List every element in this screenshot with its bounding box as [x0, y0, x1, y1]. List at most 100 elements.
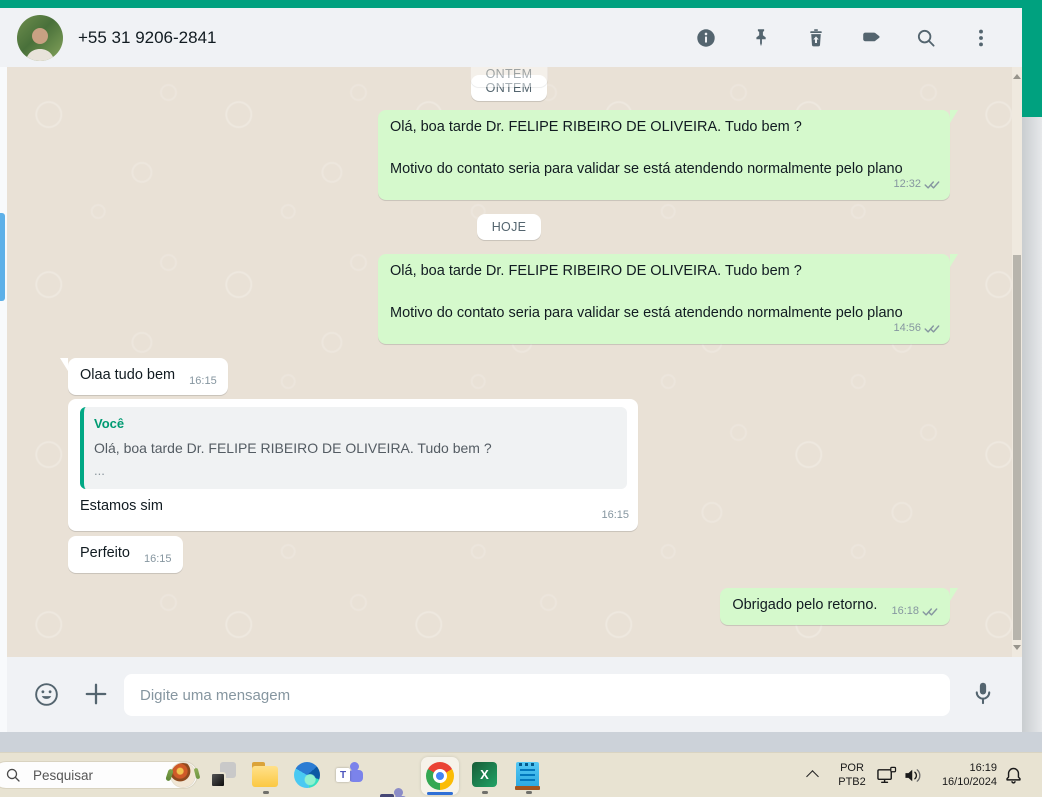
- teams-classic-button[interactable]: T: [380, 788, 408, 797]
- double-check-icon: [924, 181, 940, 189]
- notifications-bell-icon[interactable]: [1004, 766, 1023, 791]
- bubble-tail: [950, 254, 958, 267]
- microphone-icon[interactable]: [970, 680, 996, 713]
- teams-icon-letter: T: [336, 768, 350, 782]
- left-scroll-indicator[interactable]: [0, 213, 5, 301]
- scroll-down-arrow-icon[interactable]: [1013, 645, 1021, 650]
- message-text: Obrigado pelo retorno.: [732, 597, 878, 613]
- message-text: Motivo do contato seria para validar se …: [390, 305, 903, 321]
- excel-button[interactable]: X: [472, 762, 499, 789]
- contact-phone-number[interactable]: +55 31 9206-2841: [78, 28, 217, 48]
- volume-icon[interactable]: [903, 767, 923, 789]
- message-incoming-2[interactable]: Você Olá, boa tarde Dr. FELIPE RIBEIRO D…: [68, 399, 638, 531]
- teams-button[interactable]: T: [336, 762, 364, 788]
- message-text: Estamos sim: [80, 498, 163, 514]
- tray-hidden-icons-chevron[interactable]: [806, 770, 819, 783]
- task-view-button[interactable]: [210, 762, 237, 789]
- scrollbar-thumb[interactable]: [1013, 255, 1021, 640]
- scroll-up-arrow-icon[interactable]: [1013, 74, 1021, 79]
- notepad-icon: [515, 762, 540, 790]
- bubble-tail: [950, 110, 958, 123]
- date-chip-stack: ONTEM ONTEM: [470, 67, 548, 101]
- tray-date: 16/10/2024: [941, 775, 997, 788]
- quote-author: Você: [94, 416, 125, 431]
- search-icon: [6, 768, 20, 782]
- running-indicator-dot: [482, 791, 488, 794]
- teal-top-strip: [0, 0, 1042, 8]
- edge-button[interactable]: [294, 762, 321, 789]
- date-chip-row: HOJE: [476, 214, 542, 240]
- label-icon[interactable]: [859, 26, 883, 50]
- running-indicator-dot: [526, 791, 532, 794]
- message-list: ONTEM ONTEM Olá, boa tarde Dr. FELIPE RI…: [7, 67, 1012, 625]
- file-explorer-button[interactable]: [252, 762, 279, 789]
- folder-icon: [252, 762, 278, 787]
- double-check-icon: [922, 608, 938, 616]
- notepad-icon-base: [515, 786, 540, 790]
- double-check-icon: [924, 325, 940, 333]
- message-incoming-1[interactable]: Olaa tudo bem 16:15: [60, 358, 228, 395]
- teal-right-strip: [1022, 0, 1042, 117]
- header-actions: [694, 26, 993, 50]
- chrome-icon-white-ring: [433, 769, 447, 783]
- message-outgoing-2[interactable]: Olá, boa tarde Dr. FELIPE RIBEIRO DE OLI…: [378, 254, 958, 344]
- message-time: 16:15: [601, 509, 629, 521]
- quote-text: Olá, boa tarde Dr. FELIPE RIBEIRO DE OLI…: [94, 440, 492, 456]
- chrome-icon: [426, 762, 454, 790]
- message-input[interactable]: [124, 674, 950, 716]
- network-icon[interactable]: [876, 766, 897, 790]
- message-time: 16:15: [189, 375, 217, 387]
- window-bottom-edge: [0, 732, 1042, 752]
- info-icon[interactable]: [694, 26, 718, 50]
- quote-ellipsis: ...: [94, 463, 105, 478]
- taskbar: Pesquisar T T: [0, 752, 1042, 797]
- tray-language-indicator[interactable]: POR PTB2: [834, 762, 870, 789]
- tray-clock[interactable]: 16:19 16/10/2024: [923, 762, 997, 789]
- teams-icon-body: [349, 770, 363, 782]
- date-chip-yesterday-ghost: ONTEM: [470, 67, 548, 87]
- message-meta: 12:32: [893, 174, 941, 195]
- pin-icon[interactable]: [749, 26, 773, 50]
- message-incoming-3[interactable]: Perfeito 16:15: [68, 536, 183, 573]
- attach-plus-icon[interactable]: [83, 681, 109, 712]
- message-time: 12:32: [893, 178, 921, 190]
- task-view-icon-front: [210, 772, 226, 788]
- message-text: Olá, boa tarde Dr. FELIPE RIBEIRO DE OLI…: [390, 119, 802, 135]
- trash-upload-icon[interactable]: [804, 26, 828, 50]
- contact-avatar[interactable]: [17, 14, 63, 61]
- message-outgoing-1[interactable]: Olá, boa tarde Dr. FELIPE RIBEIRO DE OLI…: [378, 110, 958, 200]
- taskbar-search-label: Pesquisar: [33, 767, 94, 783]
- message-text: Motivo do contato seria para validar se …: [390, 161, 903, 177]
- composer-bar: [7, 657, 1022, 732]
- search-icon[interactable]: [914, 26, 938, 50]
- message-text: Olaa tudo bem: [80, 367, 176, 383]
- message-outgoing-3[interactable]: Obrigado pelo retorno. 16:18: [720, 588, 958, 625]
- chrome-icon-blue-center: [436, 772, 444, 780]
- kebab-menu-icon[interactable]: [969, 26, 993, 50]
- screen: +55 31 9206-2841 ONTEM ONTEM Olá, boa ta…: [0, 0, 1042, 797]
- message-meta: 16:18: [891, 601, 939, 622]
- notepad-icon-spiral: [519, 763, 536, 766]
- emoji-icon[interactable]: [33, 681, 60, 713]
- tray-language-line2: PTB2: [838, 775, 866, 788]
- message-text: Perfeito: [80, 545, 130, 561]
- notepad-icon-lines: [520, 769, 535, 782]
- right-edge-panel: [1022, 117, 1042, 752]
- chrome-button-active[interactable]: [421, 757, 459, 795]
- search-highlight-image[interactable]: [171, 763, 195, 787]
- taskbar-search[interactable]: Pesquisar: [0, 761, 198, 789]
- tray-language-line1: POR: [840, 762, 864, 774]
- message-time: 16:18: [891, 605, 919, 617]
- edge-icon: [294, 762, 320, 788]
- folder-icon-front: [252, 766, 278, 787]
- message-time: 14:56: [893, 322, 921, 334]
- message-time: 16:15: [144, 553, 172, 565]
- active-app-underline: [427, 792, 453, 795]
- quoted-message[interactable]: Você Olá, boa tarde Dr. FELIPE RIBEIRO D…: [80, 407, 627, 489]
- bubble-tail: [60, 358, 68, 371]
- message-text: Olá, boa tarde Dr. FELIPE RIBEIRO DE OLI…: [390, 263, 802, 279]
- chat-area: ONTEM ONTEM Olá, boa tarde Dr. FELIPE RI…: [7, 67, 1012, 657]
- notepad-button[interactable]: [515, 762, 543, 790]
- vertical-scrollbar[interactable]: [1012, 67, 1022, 657]
- running-indicator-dot: [263, 791, 269, 794]
